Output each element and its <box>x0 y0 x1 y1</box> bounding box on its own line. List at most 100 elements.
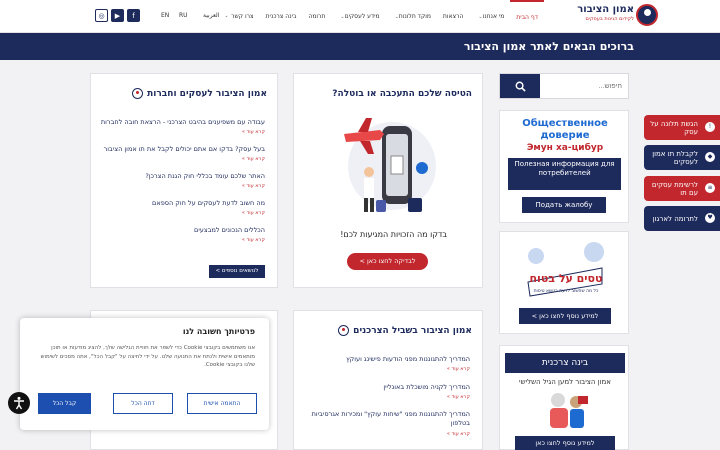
side-tab-business-list[interactable]: ≡ לרשימת עסקים עם תו <box>644 176 720 201</box>
accessibility-icon <box>14 396 24 410</box>
side-tab-trust-mark[interactable]: ◆ לקבלת תו אמון לעסקים <box>644 145 720 170</box>
cookie-customize-button[interactable]: התאמה אישית <box>187 393 257 414</box>
chevron-down-icon: ⌄ <box>224 13 229 19</box>
cookie-title: פרטיותך חשובה לנו <box>182 327 255 336</box>
user-icon <box>338 325 350 336</box>
nav-item-label: צרו קשר <box>231 13 254 20</box>
logo-subtitle: לקידום הגינות בעסקים <box>585 16 634 22</box>
nav-item-donation[interactable]: תרומה <box>302 0 331 33</box>
safe-flight-card: טסים על בטוח כל מה שחשוב לדעת בנושא טיסו… <box>499 231 629 334</box>
business-link[interactable]: בעל עסק? בדקו אם אתם יכולים לקבל את תו א… <box>104 145 265 153</box>
side-tab-label: לרשימת עסקים עם תו <box>651 180 698 197</box>
russian-card-subtitle: Эмун ха-цибур <box>526 143 604 153</box>
nav-item-label: הרצאות <box>442 13 464 20</box>
cookie-accept-button[interactable]: קבל הכל <box>38 393 91 414</box>
cookie-consent-dialog: פרטיותך חשובה לנו אנו משתמשים בקובצי Coo… <box>20 318 269 430</box>
business-card: אמון הציבור לעסקים וחברות עבודה עם משפיע… <box>90 73 278 288</box>
lang-english[interactable]: EN <box>161 12 169 19</box>
check-flight-button[interactable]: לבדיקה לחצו כאן > <box>347 253 428 270</box>
flight-card-title: הטיסה שלכם התעכבה או בוטלה? <box>332 89 472 99</box>
flight-card-text: בדקו מה הזכויות המגיעות לכם! <box>340 230 447 239</box>
user-icon <box>132 88 144 99</box>
russian-complaint-button[interactable]: Подать жалобу <box>522 197 606 213</box>
flight-illustration <box>344 118 436 212</box>
lang-russian[interactable]: RU <box>179 12 188 19</box>
welcome-text: ברוכים הבאים לאתר אמון הציבור <box>463 40 634 53</box>
nav-item-label: מוקד תלונות <box>398 13 431 20</box>
read-more-link[interactable]: קרא עוד » <box>447 366 470 372</box>
more-topics-button[interactable]: לנושאים נוספים > <box>209 265 265 278</box>
elderly-illustration <box>550 393 588 428</box>
facebook-icon[interactable]: f <box>127 9 140 22</box>
nav-item-business-info[interactable]: ⌄ מידע לעסקים <box>331 0 385 33</box>
consumer-ai-subtitle: אמון הציבור למען הגיל השלישי <box>519 378 611 386</box>
consumer-link[interactable]: המדריך להתגוננות מפני "שיחות עוקץ" ומכיר… <box>300 410 470 428</box>
lang-arabic-label: العربية <box>203 12 220 19</box>
read-more-link[interactable]: קרא עוד » <box>447 394 470 400</box>
search-input[interactable] <box>538 74 628 98</box>
nav-item-consumer-ai[interactable]: בינה צרכנית <box>260 0 303 33</box>
business-link[interactable]: מה חשוב לדעת לעסקים על חוק הספאם <box>152 199 265 207</box>
business-card-title-text: אמון הציבור לעסקים וחברות <box>147 88 267 99</box>
consumer-card-title: אמון הציבור בשביל הצרכנים <box>338 325 472 336</box>
safe-flight-sign: טסים על בטוח כל מה שחשוב לדעת בנושא טיסו… <box>527 242 604 297</box>
consumer-link[interactable]: המדריך לקניה מושכלת באונליין <box>383 383 470 391</box>
cookie-reject-button[interactable]: דחה הכל <box>113 393 173 414</box>
side-tab-label: הגשת תלונה על עסק <box>650 119 698 136</box>
business-link[interactable]: האתר שלכם עומד בכללי חוק הגנת הצרכן? <box>145 172 265 180</box>
safe-flight-sign-sub: כל מה שחשוב לדעת בנושא טיסות <box>534 289 599 294</box>
logo-emblem-icon <box>636 4 658 26</box>
heart-icon: ♥ <box>705 213 715 223</box>
read-more-link[interactable]: קרא עוד » <box>242 156 265 162</box>
safe-flight-sign-text: טסים על בטוח <box>530 272 603 285</box>
consumer-ai-card: בינה צרכנית אמון הציבור למען הגיל השלישי… <box>499 345 629 450</box>
nav-item-label: תרומה <box>308 13 326 20</box>
side-tab-label: לקבלת תו אמון לעסקים <box>652 149 698 166</box>
nav-item-label: מידע לעסקים <box>344 13 380 20</box>
lang-arabic[interactable]: العربية ⌄ <box>203 12 229 19</box>
nav-item-label: בינה צרכנית <box>265 13 297 20</box>
main-menu: דף הבית ⌄ מי אנחנו הרצאות ⌄ מוקד תלונות ⌄ מ… <box>225 0 544 33</box>
side-tab-donate[interactable]: ♥ לתרומה לארגון <box>644 206 720 231</box>
nav-item-label: מי אנחנו <box>482 13 505 20</box>
welcome-banner: ברוכים הבאים לאתר אמון הציבור <box>0 33 720 60</box>
consumer-ai-title: בינה צרכנית <box>505 353 625 373</box>
read-more-link[interactable]: קרא עוד » <box>242 237 265 243</box>
read-more-link[interactable]: קרא עוד » <box>447 431 470 437</box>
instagram-icon[interactable]: ◎ <box>95 9 108 22</box>
russian-info-card: Общественное доверие Эмун ха-цибур Полез… <box>499 110 629 223</box>
top-navbar: אמון הציבור לקידום הגינות בעסקים דף הבית… <box>0 0 720 33</box>
read-more-link[interactable]: קרא עוד » <box>242 210 265 216</box>
side-tab-label: לתרומה לארגון <box>652 214 698 223</box>
business-card-title: אמון הציבור לעסקים וחברות <box>132 88 267 99</box>
accessibility-button[interactable] <box>8 392 30 414</box>
site-logo[interactable]: אמון הציבור לקידום הגינות בעסקים <box>568 4 658 30</box>
logo-title: אמון הציבור <box>577 4 634 15</box>
nav-item-lectures[interactable]: הרצאות <box>437 0 469 33</box>
read-more-link[interactable]: קרא עוד » <box>242 129 265 135</box>
nav-item-contact[interactable]: צרו קשר <box>225 0 259 33</box>
nav-item-home[interactable]: דף הבית <box>510 0 544 33</box>
search-icon <box>515 81 526 92</box>
nav-item-complaints[interactable]: ⌄ מוקד תלונות <box>386 0 437 33</box>
cookie-body: אנו משתמשים בקובצי Cookie כדי לשפר את חו… <box>40 345 255 368</box>
side-tab-complaint[interactable]: ! הגשת תלונה על עסק <box>644 115 720 140</box>
consumer-card-title-text: אמון הציבור בשביל הצרכנים <box>353 325 472 336</box>
megaphone-icon: ! <box>705 122 715 132</box>
read-more-link[interactable]: קרא עוד » <box>242 183 265 189</box>
consumer-ai-button[interactable]: למידע נוסף לחצו כאן <box>515 436 615 450</box>
search-button[interactable] <box>500 74 540 98</box>
consumer-link[interactable]: המדריך להתגוננות מפני הודעות פישינג ועוק… <box>346 355 470 363</box>
consumer-card: אמון הציבור בשביל הצרכנים המדריך להתגוננ… <box>293 310 483 450</box>
shield-icon: ◆ <box>705 152 715 162</box>
list-icon: ≡ <box>705 183 715 193</box>
business-link[interactable]: עבודה עם משפיענים בהיבט הצרכני - הרצאת ח… <box>101 118 265 126</box>
russian-card-title: Общественное доверие <box>522 118 608 141</box>
nav-item-label: דף הבית <box>516 14 538 21</box>
nav-item-about[interactable]: ⌄ מי אנחנו <box>469 0 510 33</box>
business-link[interactable]: הכללים הנכונים למבצעים <box>194 226 265 234</box>
russian-info-button[interactable]: Полезная информация для потребителей <box>508 158 621 190</box>
safe-flight-button[interactable]: למידע נוסף לחצו כאן > <box>519 308 611 324</box>
search-box <box>499 73 629 99</box>
youtube-icon[interactable]: ▶ <box>111 9 124 22</box>
